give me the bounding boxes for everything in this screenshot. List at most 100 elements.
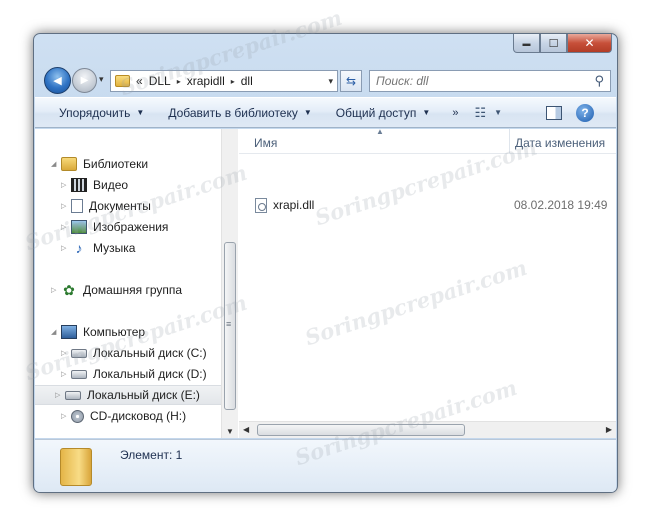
recent-pages-button[interactable]: ▾: [99, 74, 104, 85]
expander-icon[interactable]: ▷: [61, 181, 71, 189]
caption-buttons: ▬ ☐ ✕: [513, 34, 612, 54]
navpane-scrollbar[interactable]: ≡ ▼: [221, 129, 238, 438]
chevron-down-icon: ▼: [422, 108, 431, 117]
close-button[interactable]: ✕: [567, 34, 612, 53]
address-dropdown-icon[interactable]: ▾: [328, 76, 333, 87]
tree-item-label: Локальный диск (D:): [93, 367, 207, 381]
expander-icon[interactable]: ▷: [61, 349, 71, 357]
tree-item-label: Музыка: [93, 241, 136, 255]
tree-item-documents[interactable]: ▷ Документы: [61, 196, 151, 216]
breadcrumb-dll-current[interactable]: dll: [241, 74, 253, 88]
tree-item-cd-drive-h[interactable]: ▷ CD-дисковод (H:): [61, 406, 186, 426]
chevron-down-icon: ▼: [136, 108, 145, 117]
refresh-button[interactable]: ⇆: [340, 70, 362, 92]
tree-item-libraries[interactable]: ◢ Библиотеки: [51, 154, 148, 174]
expander-icon[interactable]: ◢: [51, 328, 61, 336]
expander-icon[interactable]: ▷: [61, 223, 71, 231]
tree-item-label: CD-дисковод (H:): [90, 409, 187, 423]
tree-item-label: Документы: [89, 199, 151, 213]
column-date-header[interactable]: Дата изменения: [515, 136, 605, 150]
change-view-button[interactable]: ☷ ▼: [474, 105, 502, 121]
chevron-down-icon: ▼: [494, 108, 503, 117]
file-name: xrapi.dll: [273, 198, 315, 212]
tree-item-label: Локальный диск (E:): [87, 388, 200, 402]
navigation-pane: ◢ Библиотеки ▷ Видео ▷ Документы ▷ Изобр…: [35, 129, 238, 438]
expander-icon[interactable]: ▷: [61, 244, 71, 252]
forward-arrow-icon: ▶: [80, 75, 89, 86]
preview-pane-button[interactable]: [546, 106, 562, 120]
scroll-left-icon[interactable]: ◀: [243, 425, 249, 434]
tree-item-drive-d[interactable]: ▷ Локальный диск (D:): [61, 364, 207, 384]
tree-item-label: Локальный диск (C:): [93, 346, 207, 360]
add-to-library-button[interactable]: Добавить в библиотеку ▼: [168, 106, 311, 120]
column-name-header[interactable]: Имя: [254, 136, 277, 150]
search-box[interactable]: ⚲: [369, 70, 611, 92]
navigation-bar: ◀ ▶ ▾ « DLL ▸ xrapidll ▸ dll ▾ ⇆ ⚲: [42, 65, 611, 95]
expander-icon[interactable]: ◢: [51, 160, 61, 168]
search-input[interactable]: [376, 74, 595, 88]
share-label: Общий доступ: [335, 105, 417, 120]
organize-button[interactable]: Упорядочить ▼: [59, 106, 144, 120]
homegroup-icon: ✿: [63, 281, 75, 298]
command-bar: Упорядочить ▼ Добавить в библиотеку ▼ Об…: [35, 97, 616, 128]
chevron-down-icon: ▼: [303, 108, 312, 117]
tree-item-label: Библиотеки: [83, 157, 149, 171]
drive-icon: [71, 369, 87, 379]
expander-icon[interactable]: ▷: [55, 391, 65, 399]
back-button[interactable]: ◀: [44, 67, 71, 94]
tree-item-homegroup[interactable]: ▷ ✿ Домашняя группа: [51, 280, 182, 300]
computer-icon: [61, 325, 77, 339]
tree-item-computer[interactable]: ◢ Компьютер: [51, 322, 145, 342]
expander-icon[interactable]: ▷: [61, 412, 71, 420]
sort-arrow-icon: ▲: [376, 127, 384, 136]
drive-icon: [71, 348, 87, 358]
refresh-icon: ⇆: [345, 74, 357, 88]
file-row[interactable]: xrapi.dll 08.02.2018 19:49: [255, 195, 610, 215]
content-area: ◢ Библиотеки ▷ Видео ▷ Документы ▷ Изобр…: [35, 127, 616, 438]
maximize-button[interactable]: ☐: [540, 34, 567, 53]
back-arrow-icon: ◀: [53, 75, 62, 87]
cd-drive-icon: [71, 409, 84, 423]
tree-item-drive-c[interactable]: ▷ Локальный диск (C:): [61, 343, 207, 363]
tree-item-label: Видео: [93, 178, 129, 192]
address-prefix[interactable]: «: [136, 74, 143, 88]
explorer-window: ▬ ☐ ✕ ◀ ▶ ▾ « DLL ▸ xrapidll ▸ dll ▾ ⇆ ⚲: [33, 33, 618, 493]
tree-item-drive-e[interactable]: ▷ Локальный диск (E:): [35, 385, 221, 405]
scroll-right-icon[interactable]: ▶: [606, 425, 612, 434]
scroll-grip-icon: ≡: [226, 319, 232, 329]
address-bar[interactable]: « DLL ▸ xrapidll ▸ dll ▾: [110, 70, 338, 92]
column-divider[interactable]: [509, 129, 510, 154]
file-date: 08.02.2018 19:49: [514, 198, 608, 212]
breadcrumb-separator-icon[interactable]: ▸: [177, 77, 181, 86]
filelist-hscrollbar[interactable]: ◀ ▶: [239, 421, 616, 438]
share-button[interactable]: Общий доступ ▼: [336, 106, 431, 120]
breadcrumb-dll[interactable]: DLL: [149, 74, 171, 88]
forward-button[interactable]: ▶: [72, 68, 97, 93]
music-icon: ♪: [75, 240, 83, 256]
help-button[interactable]: ?: [576, 104, 594, 122]
expander-icon[interactable]: ▷: [51, 286, 61, 294]
minimize-button[interactable]: ▬: [513, 34, 540, 53]
folder-icon: [60, 448, 92, 486]
organize-label: Упорядочить: [59, 105, 131, 120]
tree-item-video[interactable]: ▷ Видео: [61, 175, 128, 195]
tree-item-music[interactable]: ▷ ♪ Музыка: [61, 238, 135, 258]
tree-item-label: Домашняя группа: [83, 283, 183, 297]
search-icon[interactable]: ⚲: [594, 73, 604, 89]
more-commands-button[interactable]: »: [452, 107, 458, 119]
expander-icon[interactable]: ▷: [61, 202, 71, 210]
add-to-library-label: Добавить в библиотеку: [168, 105, 298, 120]
tree-item-pictures[interactable]: ▷ Изображения: [61, 217, 168, 237]
scroll-down-icon[interactable]: ▼: [226, 427, 234, 436]
documents-icon: [71, 199, 83, 213]
folder-icon: [115, 75, 130, 87]
breadcrumb-separator-icon[interactable]: ▸: [231, 77, 235, 86]
expander-icon[interactable]: ▷: [61, 370, 71, 378]
breadcrumb-xrapidll[interactable]: xrapidll: [187, 74, 225, 88]
file-list-pane: ▲ Имя Дата изменения xrapi.dll 08.02.201…: [239, 127, 616, 438]
views-icon: ☷: [474, 104, 487, 120]
item-count: Элемент: 1: [120, 448, 183, 462]
column-header: ▲ Имя Дата изменения: [239, 127, 616, 154]
tree-item-label: Компьютер: [83, 325, 146, 339]
scrollbar-thumb[interactable]: [257, 424, 465, 436]
